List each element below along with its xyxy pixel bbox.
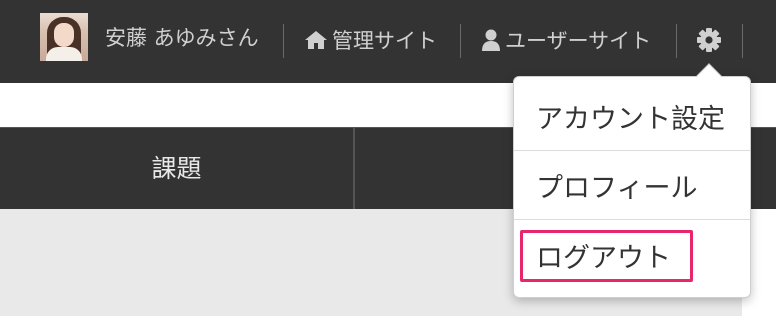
header-divider xyxy=(460,24,461,58)
menu-item-account-settings[interactable]: アカウント設定 xyxy=(514,83,750,151)
avatar[interactable] xyxy=(40,13,88,61)
user-site-label: ユーザーサイト xyxy=(505,29,652,53)
header-divider xyxy=(742,24,743,58)
top-header: 安藤 あゆみさん 管理サイト ユーザーサイト xyxy=(0,0,776,83)
header-divider xyxy=(676,24,677,58)
user-icon xyxy=(482,29,500,51)
admin-site-label: 管理サイト xyxy=(332,29,437,53)
admin-site-link[interactable]: 管理サイト xyxy=(304,25,437,55)
user-name: 安藤 あゆみさん xyxy=(105,26,259,50)
gear-icon xyxy=(697,28,721,52)
tab-assignments[interactable]: 課題 xyxy=(0,128,353,210)
settings-button[interactable] xyxy=(696,27,722,53)
menu-item-profile[interactable]: プロフィール xyxy=(514,152,750,220)
logout-highlight-box xyxy=(520,230,693,282)
app-page: 安藤 あゆみさん 管理サイト ユーザーサイト 課題 アカウント設定 プロフィール… xyxy=(0,0,776,316)
home-icon xyxy=(305,31,327,49)
menu-item-label: アカウント設定 xyxy=(536,104,725,135)
menu-item-label: プロフィール xyxy=(536,173,698,204)
header-divider xyxy=(283,24,284,58)
user-site-link[interactable]: ユーザーサイト xyxy=(481,25,651,55)
